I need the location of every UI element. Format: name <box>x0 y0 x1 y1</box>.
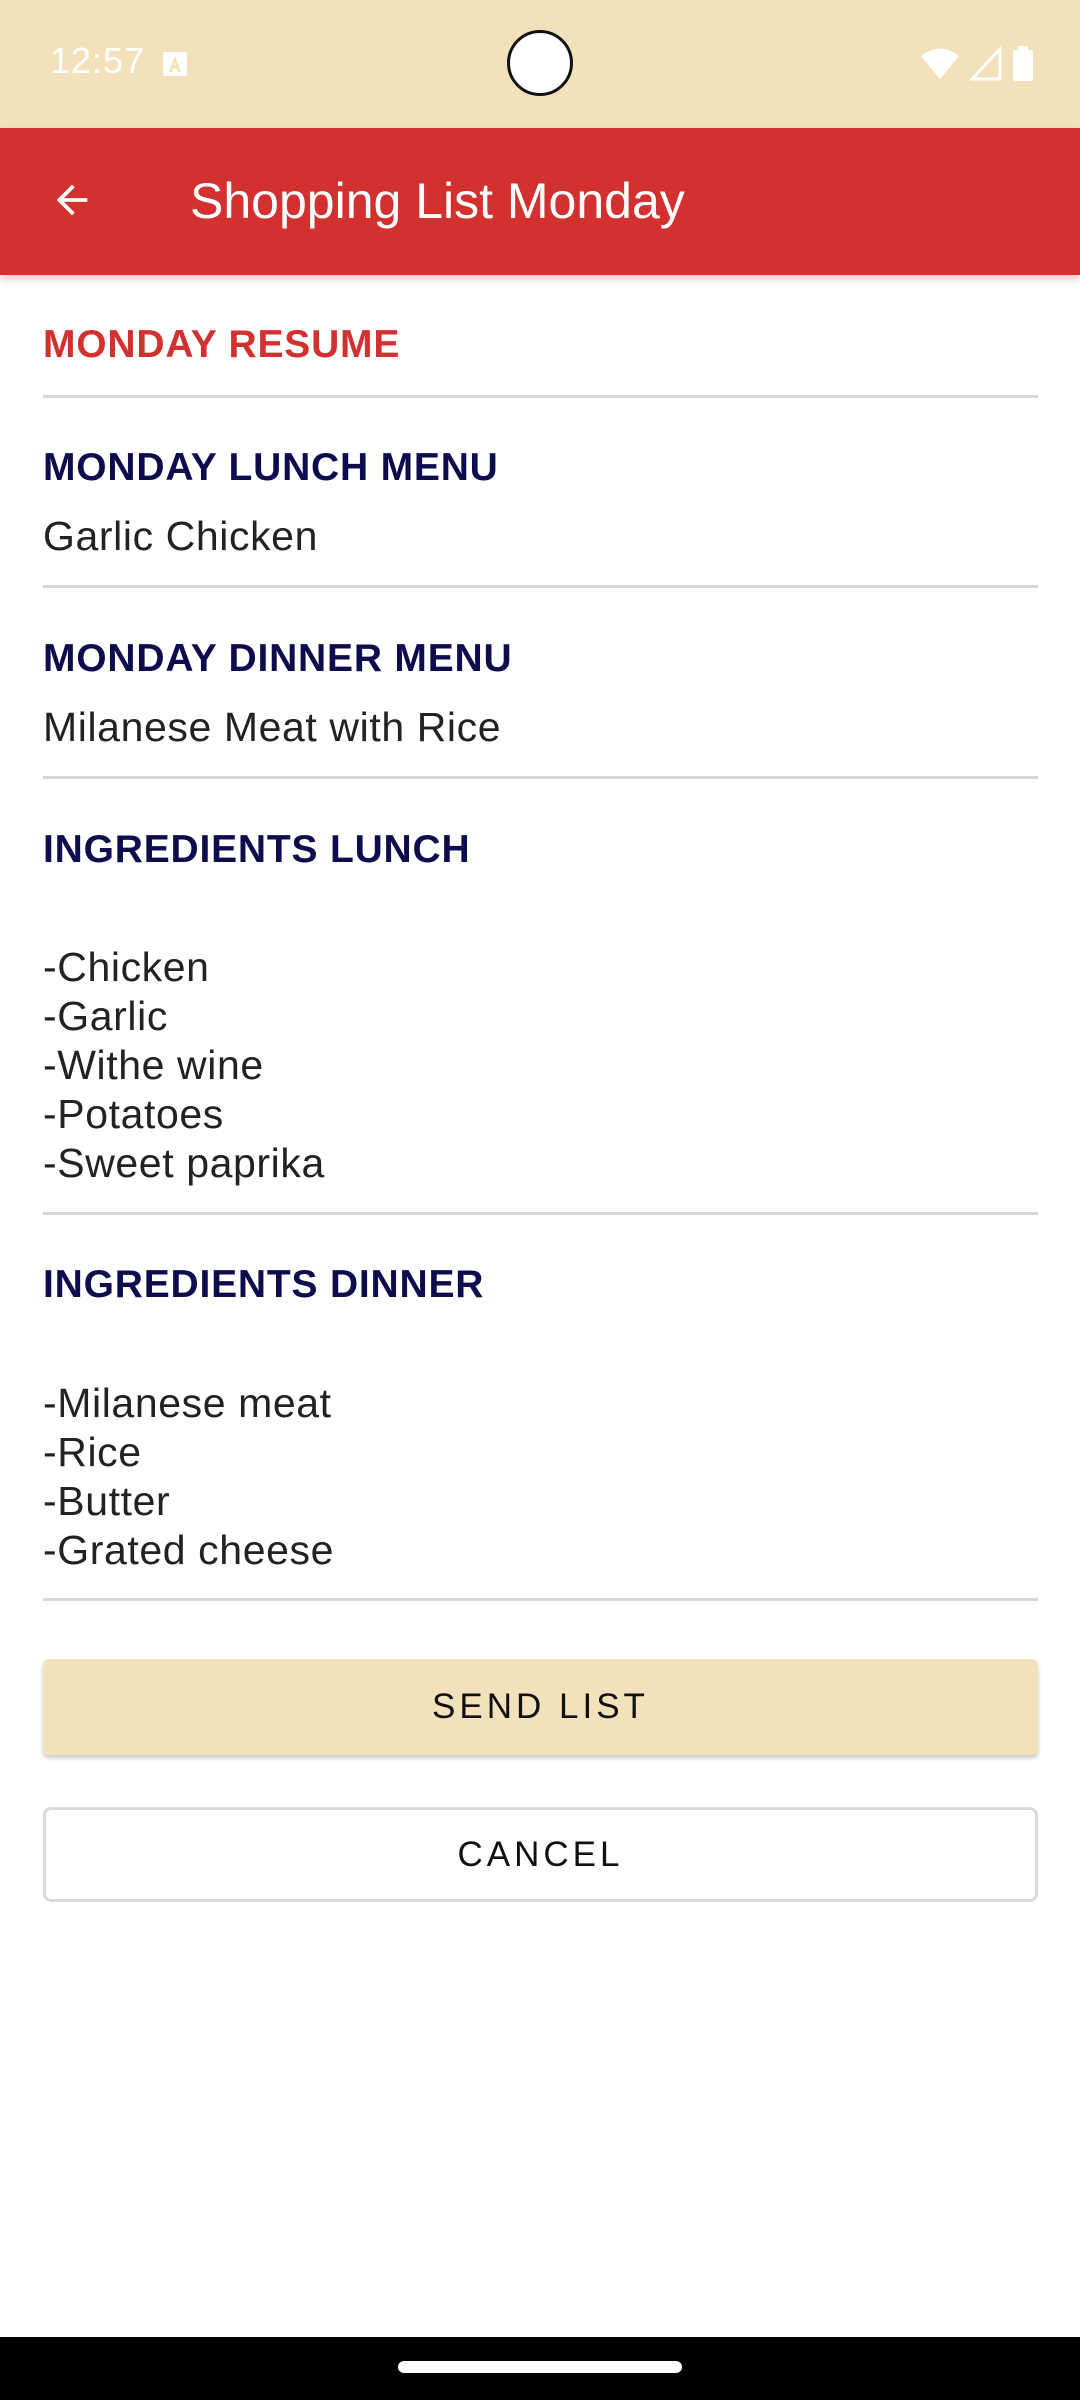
app-bar: Shopping List Monday <box>0 128 1080 275</box>
back-button[interactable] <box>26 154 118 246</box>
divider <box>43 776 1038 779</box>
ingredients-dinner-list: -Milanese meat -Rice -Butter -Grated che… <box>43 1379 334 1575</box>
status-icons <box>920 46 1034 82</box>
home-indicator[interactable] <box>398 2361 682 2373</box>
divider <box>43 1212 1038 1215</box>
list-item: -Sweet paprika <box>43 1140 325 1186</box>
send-list-button[interactable]: SEND LIST <box>43 1659 1038 1755</box>
lunch-menu-value: Garlic Chicken <box>43 513 318 559</box>
keyboard-a-icon <box>163 52 187 76</box>
list-item: -Butter <box>43 1478 171 1524</box>
ingredients-dinner-header: INGREDIENTS DINNER <box>43 1263 485 1306</box>
divider <box>43 1598 1038 1601</box>
list-item: -Milanese meat <box>43 1380 332 1426</box>
list-item: -Potatoes <box>43 1091 224 1137</box>
ingredients-lunch-header: INGREDIENTS LUNCH <box>43 828 471 871</box>
divider <box>43 395 1038 398</box>
list-item: -Chicken <box>43 944 210 990</box>
arrow-back-icon <box>56 184 88 216</box>
camera-cutout <box>507 30 573 96</box>
list-item: -Rice <box>43 1429 142 1475</box>
cell-signal-icon <box>970 47 1002 81</box>
navigation-bar <box>0 2337 1080 2400</box>
page-title: Shopping List Monday <box>190 173 685 229</box>
dinner-menu-header: MONDAY DINNER MENU <box>43 637 513 680</box>
battery-icon <box>1013 46 1033 81</box>
ingredients-lunch-list: -Chicken -Garlic -Withe wine -Potatoes -… <box>43 943 325 1188</box>
list-item: -Withe wine <box>43 1042 264 1088</box>
divider <box>43 585 1038 588</box>
wifi-icon <box>921 48 959 79</box>
status-bar: 12:57 <box>0 0 1080 128</box>
status-time: 12:57 <box>50 40 146 81</box>
cancel-button[interactable]: CANCEL <box>43 1807 1038 1902</box>
resume-header: MONDAY RESUME <box>43 323 401 366</box>
lunch-menu-header: MONDAY LUNCH MENU <box>43 446 499 489</box>
list-item: -Grated cheese <box>43 1527 334 1573</box>
list-item: -Garlic <box>43 993 168 1039</box>
dinner-menu-value: Milanese Meat with Rice <box>43 704 502 750</box>
